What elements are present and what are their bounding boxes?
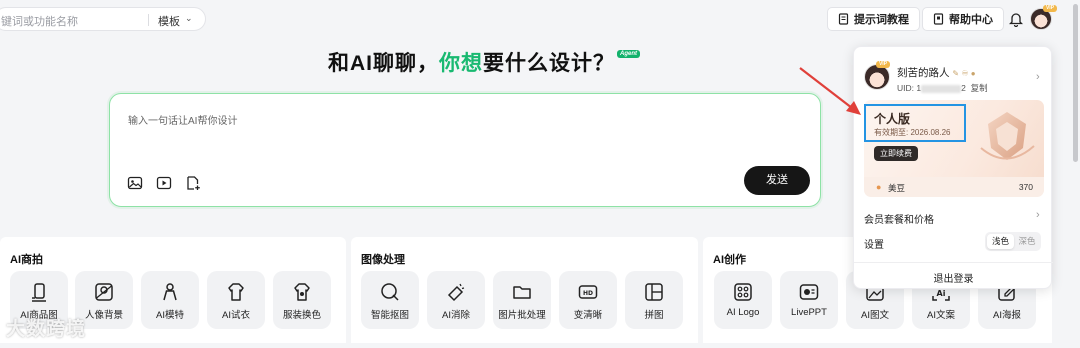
svg-text:Ai: Ai [937,289,946,298]
section-title: AI商拍 [10,254,43,266]
document-icon [838,13,849,25]
send-button[interactable]: 发送 [744,166,810,195]
title-part-a: 和AI聊聊， [328,52,439,75]
scrollbar-thumb[interactable] [1073,4,1078,162]
clothes-recolor-icon [294,283,310,301]
theme-dark-option[interactable]: 深色 [1015,234,1039,249]
tool-label: AI试衣 [222,310,250,321]
model-icon [163,283,177,301]
collage-icon [645,283,663,301]
search-placeholder: 键词或功能名称 [1,16,78,28]
panel-vip-badge: VIP [876,61,890,68]
tool-label: AI模特 [156,310,184,321]
beans-row: ● 美豆 370 [864,177,1044,197]
tool-label: AI图文 [861,310,889,321]
theme-light-option[interactable]: 浅色 [987,234,1014,249]
chevron-right-icon[interactable]: › [1036,209,1040,221]
copy-uid-button[interactable]: 复制 [971,83,988,93]
ppt-icon [799,284,819,300]
settings-label: 设置 [864,240,884,251]
section-title: AI创作 [713,254,746,266]
hd-icon: HD [578,285,598,299]
help-center-button[interactable]: 帮助中心 [922,7,1004,31]
renew-button[interactable]: 立即续费 [874,146,918,161]
tool-label: 服装换色 [282,310,321,321]
help-center-label: 帮助中心 [949,14,993,26]
membership-badge-icon [980,112,1035,160]
divider [854,262,1053,263]
tool-batch-processing[interactable]: 图片批处理 [493,271,551,329]
tool-collage[interactable]: 拼图 [625,271,683,329]
tool-label: AI消除 [442,310,470,321]
search-scope-select[interactable]: 模板 [158,13,180,29]
chat-input-box[interactable]: 输入一句话让AI帮你设计 发送 [109,93,821,207]
title-part-b: 你想 [439,52,483,75]
tool-ai-logo[interactable]: AI Logo [714,271,772,329]
tool-label: 拼图 [644,310,664,321]
tool-label: 智能抠图 [370,310,409,321]
tool-label: AI Logo [726,307,760,318]
scrollbar[interactable] [1072,0,1080,348]
username-text: 刻苦的路人 [897,67,950,79]
search-input[interactable]: 键词或功能名称 模板 ⌄ [0,7,206,31]
tool-label: LivePPT [791,307,827,318]
membership-pricing-link[interactable]: 会员套餐和价格 [864,211,934,226]
search-divider [148,14,149,26]
product-photo-icon [32,283,46,302]
tool-label: 图片批处理 [498,310,546,321]
logo-icon [734,283,752,301]
tool-clothes-recolor[interactable]: 服装换色 [273,271,331,329]
uid-redacted [921,84,962,93]
section-title: 图像处理 [361,254,405,266]
page-title: 和AI聊聊，你想要什么设计？ [328,47,615,77]
bell-icon[interactable] [1009,11,1023,27]
prompt-tutorial-label: 提示词教程 [854,14,909,26]
tool-ai-try-on[interactable]: AI试衣 [207,271,265,329]
theme-toggle[interactable]: 浅色 深色 [985,232,1041,251]
tool-label: AI海报 [993,310,1021,321]
file-upload-icon[interactable] [185,175,201,191]
tool-enhance-clarity[interactable]: HD 变清晰 [559,271,617,329]
logout-button[interactable]: 退出登录 [854,270,1053,285]
tool-ai-erase[interactable]: AI消除 [427,271,485,329]
help-book-icon [933,13,944,25]
try-on-icon [228,283,244,301]
highlight-box [864,104,966,142]
bean-icon: ● [876,182,882,192]
svg-text:HD: HD [583,290,593,297]
beans-label: 美豆 [888,183,906,193]
section-image-processing: 图像处理 智能抠图 AI消除 图片批处理 HD 变清晰 拼图 [351,237,698,343]
title-part-c: 要什么设计？ [483,52,615,75]
tool-label: 变清晰 [573,310,603,321]
chat-input[interactable]: 输入一句话让AI帮你设计 [128,112,237,127]
agent-tag: Agent [617,50,640,58]
prompt-tutorial-button[interactable]: 提示词教程 [827,7,920,31]
username: 刻苦的路人 ✎ ♾ ● [897,65,976,80]
chevron-down-icon[interactable]: ⌄ [185,13,193,24]
uid-prefix: UID: 1 [897,83,922,93]
tool-ai-model[interactable]: AI模特 [141,271,199,329]
vip-badge: VIP [1043,5,1057,12]
eraser-icon [447,283,465,302]
cutout-icon [381,283,399,301]
tool-liveppt[interactable]: LivePPT [780,271,838,329]
folder-icon [513,286,531,299]
user-id: UID: 1 2 复制 [897,82,988,94]
badge-icons: ✎ ♾ ● [952,69,976,78]
tool-smart-cutout[interactable]: 智能抠图 [361,271,419,329]
tool-label: AI文案 [927,310,955,321]
watermark: 大数跨境 [6,319,87,340]
beans-value: 370 [1018,182,1033,192]
video-upload-icon[interactable] [156,175,172,191]
uid-suffix: 2 [961,83,966,93]
image-upload-icon[interactable] [127,175,143,191]
chevron-right-icon[interactable]: › [1036,71,1040,83]
portrait-background-icon [95,283,113,301]
user-menu-panel: VIP 刻苦的路人 ✎ ♾ ● UID: 12 复制 › 个人版 有效期至: 2… [853,46,1053,289]
